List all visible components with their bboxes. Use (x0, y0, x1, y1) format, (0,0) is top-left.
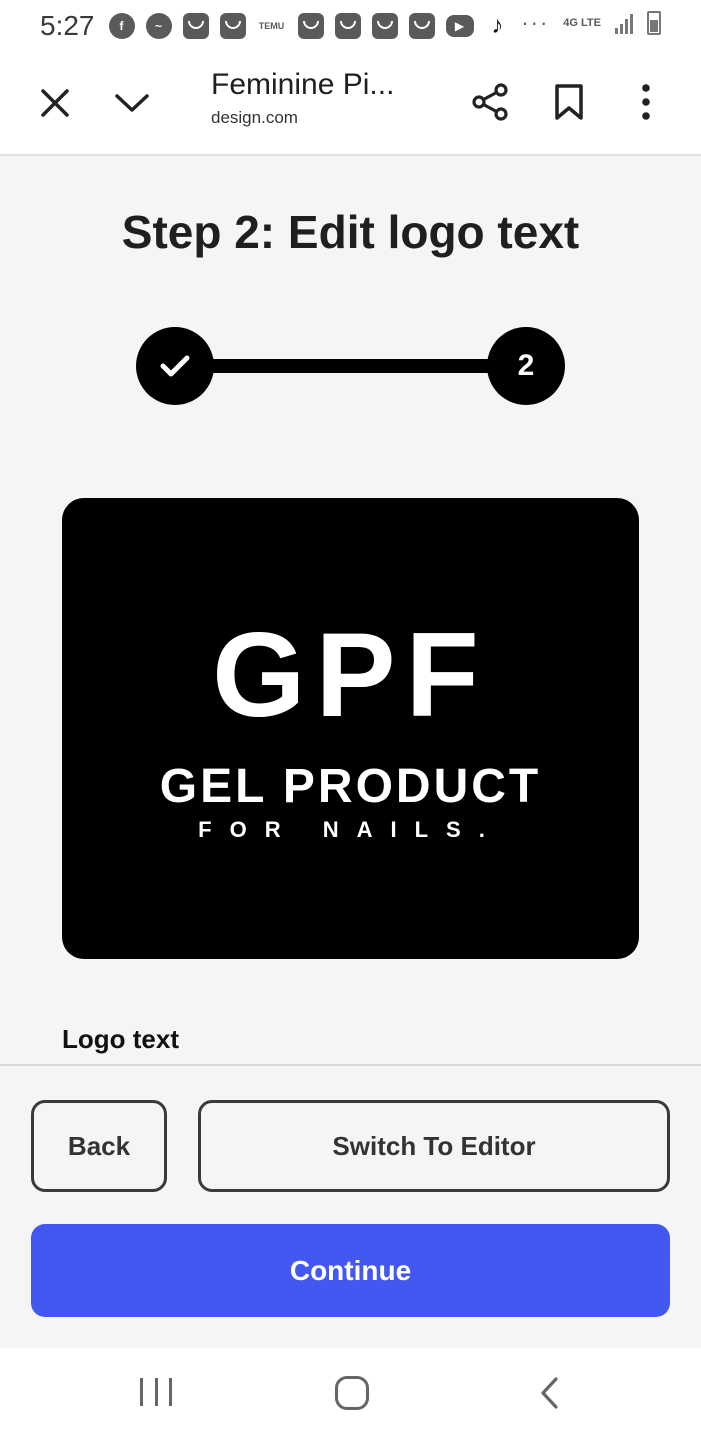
continue-label: Continue (289, 1254, 412, 1286)
home-button[interactable] (335, 1376, 369, 1410)
temu-bag-icon (371, 13, 398, 39)
logo-preview: GPF GEL PRODUCT FOR NAILS. (62, 498, 639, 959)
temu-bag-icon (297, 13, 324, 39)
step-two-current: 2 (487, 327, 565, 405)
step-one-complete (136, 327, 214, 405)
continue-button[interactable]: Continue (31, 1224, 670, 1317)
progress-stepper: 2 (136, 327, 565, 405)
more-notifications-icon: ··· (521, 10, 550, 35)
page-title: Feminine Pi... (211, 68, 395, 101)
messenger-icon: ~ (145, 13, 172, 39)
facebook-icon: f (108, 13, 135, 39)
notification-icons: f ~ TEMU ▶ ♪ (108, 12, 511, 39)
checkmark-icon (160, 355, 190, 377)
logo-monogram: GPF (212, 608, 489, 742)
temu-bag-icon (219, 13, 246, 39)
back-button-label: Back (67, 1130, 131, 1161)
temu-bag-icon (334, 13, 361, 39)
system-nav-bar (0, 1348, 701, 1440)
close-button[interactable] (34, 82, 76, 124)
action-bar: Back Switch To Editor Continue (0, 1064, 701, 1348)
system-back-button[interactable] (534, 1374, 564, 1412)
back-arrow-icon (541, 1377, 558, 1409)
recent-apps-button[interactable] (140, 1378, 172, 1408)
temu-icon: TEMU (257, 13, 287, 39)
status-bar: 5:27 f ~ TEMU ▶ ♪ ··· 4G LTE (0, 0, 701, 52)
page-domain: design.com (211, 108, 298, 127)
system-status: ··· 4G LTE (521, 10, 661, 36)
back-button[interactable]: Back (31, 1100, 167, 1192)
logo-name: GEL PRODUCT (159, 760, 542, 813)
more-options-button[interactable] (626, 80, 666, 124)
share-button[interactable] (468, 80, 512, 124)
signal-icon (615, 12, 633, 34)
temu-bag-icon (408, 13, 435, 39)
switch-to-editor-button[interactable]: Switch To Editor (198, 1100, 670, 1192)
network-type: 4G LTE (563, 17, 601, 29)
more-vertical-icon (642, 84, 650, 120)
page-info[interactable]: Feminine Pi... design.com (211, 68, 394, 128)
step-two-label: 2 (517, 349, 535, 382)
bookmark-button[interactable] (548, 80, 590, 124)
battery-icon (647, 11, 661, 35)
logo-text-label: Logo text (62, 1024, 179, 1054)
youtube-icon: ▶ (445, 15, 474, 37)
tiktok-icon: ♪ (491, 12, 504, 39)
minimize-button[interactable] (110, 82, 154, 124)
temu-label: TEMU (258, 20, 285, 31)
chevron-down-icon (115, 94, 149, 112)
logo-tagline: FOR NAILS. (198, 817, 503, 842)
close-icon (41, 89, 69, 117)
share-icon (472, 83, 508, 121)
temu-bag-icon (182, 13, 209, 39)
stepper-connector (196, 359, 505, 373)
switch-to-editor-label: Switch To Editor (332, 1130, 536, 1161)
custom-tab-toolbar: Feminine Pi... design.com (0, 52, 701, 156)
bookmark-icon (555, 84, 583, 120)
step-heading: Step 2: Edit logo text (121, 206, 580, 258)
status-time: 5:27 (40, 10, 95, 41)
